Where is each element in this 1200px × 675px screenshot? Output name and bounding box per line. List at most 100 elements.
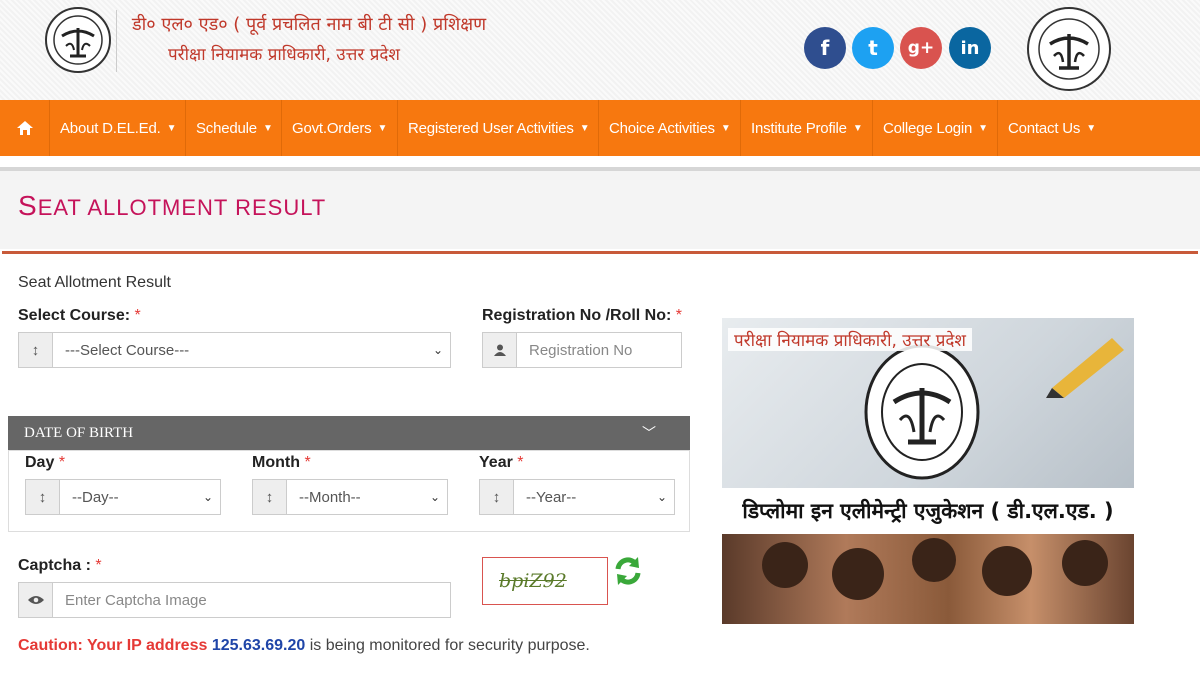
page-title-rest: EAT ALLOTMENT RESULT	[37, 195, 327, 220]
year-select[interactable]: ↕ --Year-- ⌄	[479, 479, 675, 515]
month-label-text: Month	[252, 454, 300, 471]
twitter-icon[interactable]: t	[852, 27, 894, 69]
student-head	[982, 546, 1032, 596]
captcha-text: bpiZ92	[499, 570, 567, 592]
site-header: डी० एल० एड० ( पूर्व प्रचलित नाम बी टी सी…	[0, 0, 1200, 100]
registration-label-text: Registration No /Roll No:	[482, 307, 672, 324]
nav-choice-label: Choice Activities	[609, 119, 715, 137]
chevron-down-icon: ﹀	[642, 427, 656, 442]
nav-registered-user-activities[interactable]: Registered User Activities ▼	[398, 100, 599, 156]
nav-contact-label: Contact Us	[1008, 119, 1081, 137]
chevron-down-icon: ⌄	[656, 490, 668, 504]
caret-down-icon: ▼	[1086, 122, 1096, 134]
registration-field[interactable]: Registration No	[482, 332, 682, 368]
caution-suffix: is being monitored for security purpose.	[309, 637, 590, 654]
ip-address: 125.63.69.20	[211, 637, 306, 654]
course-select-value: ---Select Course---	[65, 341, 190, 359]
captcha-field[interactable]: Enter Captcha Image	[18, 582, 451, 618]
promo-caption: डिप्लोमा इन एलीमेन्ट्री एजुकेशन ( डी.एल.…	[722, 488, 1134, 534]
student-head	[762, 542, 808, 588]
sort-icon: ↕	[480, 480, 514, 514]
required-mark: *	[675, 307, 683, 324]
header-title-line2: परीक्षा नियामक प्राधिकारी, उत्तर प्रदेश	[168, 45, 400, 65]
caret-down-icon: ▼	[377, 122, 388, 134]
sort-icon: ↕	[253, 480, 287, 514]
nav-institute-profile[interactable]: Institute Profile ▼	[741, 100, 873, 156]
dob-header-label: DATE OF BIRTH	[24, 424, 134, 441]
pencil-icon	[1046, 338, 1124, 398]
students-photo	[722, 534, 1134, 624]
main-nav: About D.EL.Ed. ▼ Schedule ▼ Govt.Orders ▼ R…	[0, 100, 1200, 156]
google-plus-icon[interactable]: g+	[900, 27, 942, 69]
promo-banner-image: परीक्षा नियामक प्राधिकारी, उत्तर प्रदेश …	[722, 318, 1134, 624]
caret-down-icon: ▼	[579, 122, 590, 134]
nav-choice-activities[interactable]: Choice Activities ▼	[599, 100, 741, 156]
required-mark: *	[95, 557, 102, 574]
nav-college-label: College Login	[883, 119, 973, 137]
refresh-icon[interactable]	[612, 555, 644, 587]
page-title: SEAT ALLOTMENT RESULT	[18, 190, 326, 222]
caret-down-icon: ▼	[166, 122, 177, 134]
header-title-line1: डी० एल० एड० ( पूर्व प्रचलित नाम बी टी सी…	[132, 14, 487, 35]
chevron-down-icon: ⌄	[429, 490, 441, 504]
nav-registered-label: Registered User Activities	[408, 119, 574, 137]
year-label-text: Year	[479, 454, 513, 471]
nav-about-label: About D.EL.Ed.	[60, 119, 161, 137]
nav-contact-us[interactable]: Contact Us ▼	[998, 100, 1200, 156]
course-label-text: Select Course:	[18, 307, 131, 324]
registration-label: Registration No /Roll No: *	[482, 307, 682, 325]
nav-college-login[interactable]: College Login ▼	[873, 100, 998, 156]
caution-prefix: Caution: Your IP address	[18, 637, 208, 654]
day-select[interactable]: ↕ --Day-- ⌄	[25, 479, 221, 515]
day-select-value: --Day--	[72, 488, 119, 506]
required-mark: *	[134, 307, 141, 324]
header-divider	[116, 10, 117, 72]
sort-icon: ↕	[26, 480, 60, 514]
up-govt-emblem-logo[interactable]	[44, 6, 112, 74]
nav-govt-orders-label: Govt.Orders	[292, 119, 372, 137]
captcha-input[interactable]: Enter Captcha Image	[53, 583, 450, 617]
page-header: SEAT ALLOTMENT RESULT	[0, 171, 1200, 249]
linkedin-icon[interactable]: in	[949, 27, 991, 69]
required-mark: *	[517, 454, 524, 471]
nav-govt-orders[interactable]: Govt.Orders ▼	[282, 100, 398, 156]
promo-heading: परीक्षा नियामक प्राधिकारी, उत्तर प्रदेश	[728, 328, 972, 351]
nav-about[interactable]: About D.EL.Ed. ▼	[50, 100, 186, 156]
caret-down-icon: ▼	[978, 122, 988, 134]
nav-institute-label: Institute Profile	[751, 119, 847, 137]
month-label: Month *	[252, 454, 311, 472]
user-icon	[483, 333, 517, 367]
up-govt-seal-logo[interactable]	[1026, 6, 1112, 92]
student-head	[912, 538, 956, 582]
nav-schedule[interactable]: Schedule ▼	[186, 100, 282, 156]
captcha-image: bpiZ92	[482, 557, 608, 605]
year-label: Year *	[479, 454, 524, 472]
year-select-value: --Year--	[526, 488, 577, 506]
course-select[interactable]: ↕ ---Select Course--- ⌄	[18, 332, 451, 368]
day-label: Day *	[25, 454, 65, 472]
student-head	[1062, 540, 1108, 586]
caret-down-icon: ▼	[852, 122, 863, 134]
facebook-icon[interactable]: f	[804, 27, 846, 69]
captcha-label: Captcha : *	[18, 557, 102, 575]
day-label-text: Day	[25, 454, 55, 471]
sort-icon: ↕	[19, 333, 53, 367]
page-title-initial: S	[18, 190, 38, 221]
month-select[interactable]: ↕ --Month-- ⌄	[252, 479, 448, 515]
divider	[2, 251, 1198, 254]
caution-message: Caution: Your IP address 125.63.69.20 is…	[18, 637, 590, 655]
up-emblem-graphic	[864, 344, 980, 480]
form-subtitle: Seat Allotment Result	[18, 274, 171, 291]
student-head	[832, 548, 884, 600]
nav-schedule-label: Schedule	[196, 119, 257, 137]
dob-section-header[interactable]: DATE OF BIRTH ﹀	[8, 416, 690, 450]
captcha-label-text: Captcha :	[18, 557, 91, 574]
chevron-down-icon: ⌄	[202, 490, 214, 504]
chevron-down-icon: ⌄	[432, 343, 444, 357]
eye-icon	[19, 583, 53, 617]
caret-down-icon: ▼	[720, 122, 731, 134]
caret-down-icon: ▼	[262, 122, 273, 134]
home-icon[interactable]	[0, 100, 50, 156]
required-mark: *	[58, 454, 66, 471]
registration-input[interactable]: Registration No	[517, 333, 681, 367]
